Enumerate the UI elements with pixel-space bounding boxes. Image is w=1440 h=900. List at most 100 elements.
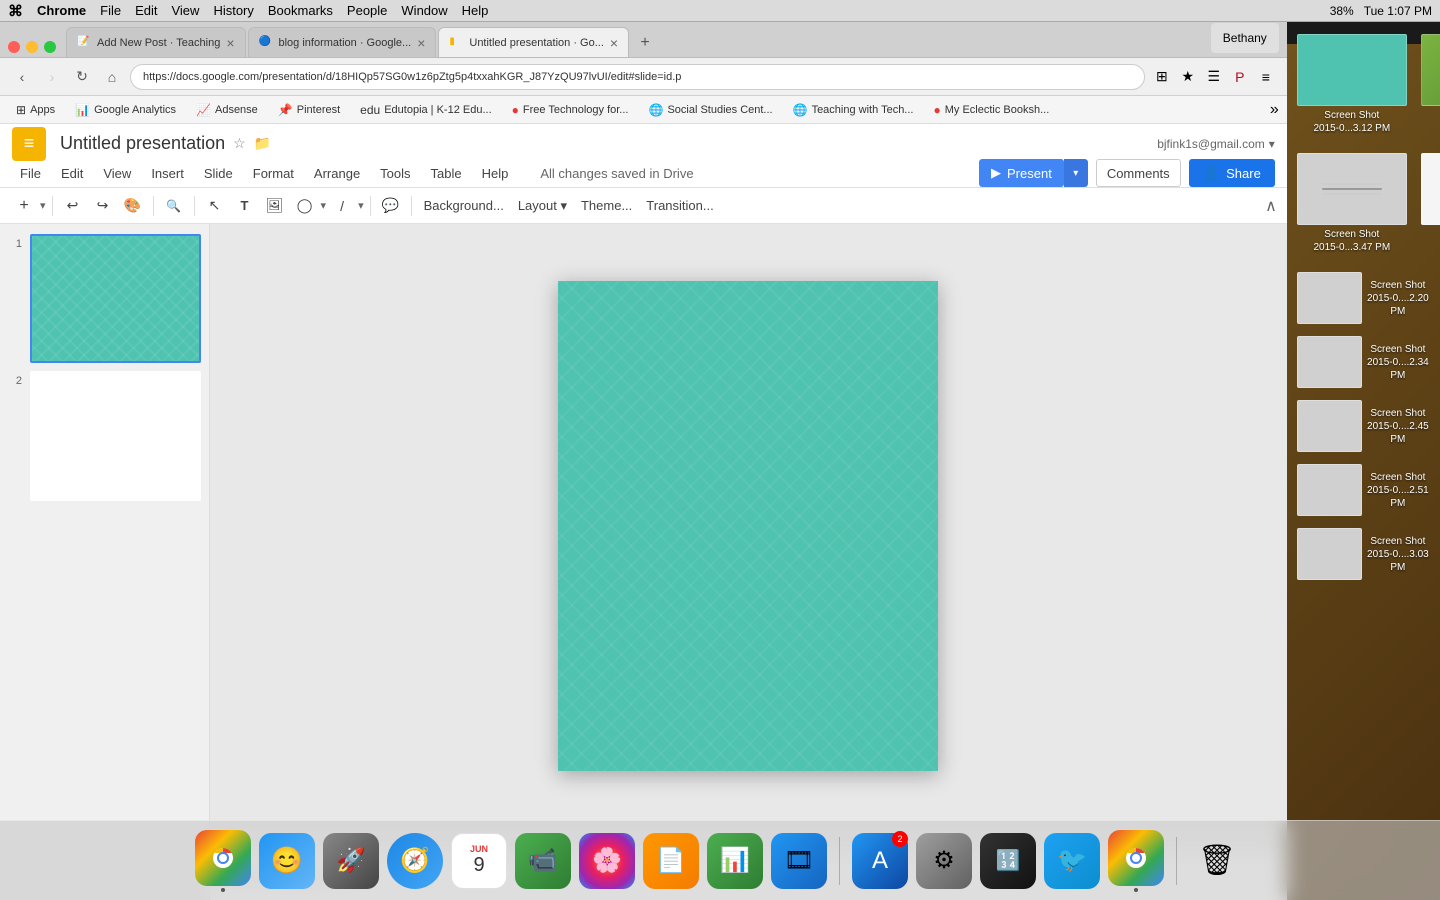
- user-dropdown-icon[interactable]: ▾: [1269, 137, 1275, 151]
- home-button[interactable]: ⌂: [100, 65, 124, 89]
- bookmark-bookshelf[interactable]: ● My Eclectic Booksh...: [925, 99, 1057, 121]
- redo-button[interactable]: ↪: [89, 192, 117, 220]
- dock-pages[interactable]: 📄: [643, 833, 699, 889]
- tab-2-close[interactable]: ×: [417, 35, 425, 51]
- bookmark-edutopia[interactable]: edu Edutopia | K-12 Edu...: [352, 99, 499, 121]
- collapse-toolbar-button[interactable]: ∧: [1265, 196, 1277, 216]
- file-menu[interactable]: File: [100, 3, 121, 18]
- desktop-icon-screenshot6[interactable]: Screen Shot2015-0....2.51 PM: [1293, 460, 1434, 520]
- user-profile[interactable]: Bethany: [1211, 23, 1279, 53]
- star-icon[interactable]: ☆: [233, 135, 246, 152]
- shapes-dropdown[interactable]: ▾: [321, 199, 327, 212]
- present-dropdown[interactable]: ▾: [1064, 159, 1088, 187]
- chrome-menu[interactable]: Chrome: [37, 3, 86, 18]
- back-button[interactable]: ‹: [10, 65, 34, 89]
- dock-trash[interactable]: 🗑: [1189, 833, 1245, 889]
- theme-button[interactable]: Theme...: [575, 192, 638, 220]
- tab-2[interactable]: 🔵 blog information · Google... ×: [248, 27, 437, 57]
- slide-2-thumb[interactable]: 2: [8, 371, 201, 500]
- bookmark-pinterest[interactable]: 📌 Pinterest: [270, 99, 348, 121]
- comment-button[interactable]: 💬: [377, 192, 405, 220]
- folder-icon[interactable]: 📁: [254, 135, 271, 152]
- address-bar[interactable]: https://docs.google.com/presentation/d/1…: [130, 64, 1145, 90]
- slide-1-thumb[interactable]: 1: [8, 234, 201, 363]
- minimize-button[interactable]: [26, 41, 38, 53]
- paint-button[interactable]: 🎨: [119, 192, 147, 220]
- desktop-icon-screenshot3[interactable]: Screen Shot2015-0....2.20 PM: [1293, 268, 1434, 328]
- dock-calendar[interactable]: JUN 9: [451, 833, 507, 889]
- menu-slide[interactable]: Slide: [196, 164, 241, 183]
- dock-chrome[interactable]: [195, 830, 251, 892]
- menu-table[interactable]: Table: [423, 164, 470, 183]
- tab-3[interactable]: ▮ Untitled presentation · Go... ×: [438, 27, 629, 57]
- help-menu[interactable]: Help: [462, 3, 489, 18]
- bookmark-socialstudies[interactable]: 🌐 Social Studies Cent...: [640, 99, 780, 121]
- dock-chrome2[interactable]: [1108, 830, 1164, 892]
- people-menu[interactable]: People: [347, 3, 387, 18]
- presentation-title[interactable]: Untitled presentation: [60, 133, 225, 154]
- bookmark-apps[interactable]: ⊞ Apps: [8, 99, 63, 121]
- tab-3-close[interactable]: ×: [610, 35, 618, 51]
- dock-calculator[interactable]: 🔢: [980, 833, 1036, 889]
- layout-button[interactable]: Layout ▾: [512, 192, 573, 220]
- undo-button[interactable]: ↩: [59, 192, 87, 220]
- desktop-icon-screenshot7[interactable]: Screen Shot2015-0....3.03 PM: [1293, 524, 1434, 584]
- dock-appstore[interactable]: A 2: [852, 833, 908, 889]
- new-tab-button[interactable]: +: [631, 29, 659, 57]
- dock-photos[interactable]: 🌸: [579, 833, 635, 889]
- shapes-button[interactable]: ◯: [291, 192, 319, 220]
- bookmark-icon[interactable]: ★: [1177, 66, 1199, 88]
- background-button[interactable]: Background...: [418, 192, 510, 220]
- pinterest-icon[interactable]: P: [1229, 66, 1251, 88]
- bookmark-teaching[interactable]: 🌐 Teaching with Tech...: [785, 99, 922, 121]
- desktop-icon-screenshot2[interactable]: Screen Shot2015-0...3.47 PM: [1293, 149, 1411, 258]
- present-button[interactable]: ▶ Present: [979, 159, 1064, 187]
- dock-numbers[interactable]: 📊: [707, 833, 763, 889]
- bookmark-adsense[interactable]: 📈 Adsense: [188, 99, 266, 121]
- dock-rocket[interactable]: 🚀: [323, 833, 379, 889]
- menu-edit[interactable]: Edit: [53, 164, 91, 183]
- window-menu[interactable]: Window: [401, 3, 447, 18]
- zoom-button[interactable]: +: [10, 192, 38, 220]
- transition-button[interactable]: Transition...: [640, 192, 719, 220]
- tab-1-close[interactable]: ×: [226, 35, 234, 51]
- menu-insert[interactable]: Insert: [143, 164, 192, 183]
- bookmark-analytics[interactable]: 📊 Google Analytics: [67, 99, 184, 121]
- menu-view[interactable]: View: [95, 164, 139, 183]
- view-menu[interactable]: View: [171, 3, 199, 18]
- image-button[interactable]: 🖼: [261, 192, 289, 220]
- line-button[interactable]: /: [328, 192, 356, 220]
- zoom-percent-button[interactable]: 🔍: [160, 192, 188, 220]
- desktop-icon-screenshot4[interactable]: Screen Shot2015-0....2.34 PM: [1293, 332, 1434, 392]
- apple-menu[interactable]: ⌘: [8, 2, 23, 20]
- slide-canvas[interactable]: [558, 281, 938, 771]
- reload-button[interactable]: ↻: [70, 65, 94, 89]
- bookmarks-menu[interactable]: Bookmarks: [268, 3, 333, 18]
- slide-canvas-wrapper[interactable]: [210, 224, 1287, 828]
- desktop-icon-experience[interactable]: XP ExperiencePoints: [1417, 30, 1440, 139]
- share-button[interactable]: 👤 Share: [1189, 159, 1275, 187]
- desktop-icon-screenshot5[interactable]: Screen Shot2015-0....2.45 PM: [1293, 396, 1434, 456]
- select-button[interactable]: ↖: [201, 192, 229, 220]
- forward-button[interactable]: ›: [40, 65, 64, 89]
- menu-help[interactable]: Help: [474, 164, 517, 183]
- text-button[interactable]: T: [231, 192, 259, 220]
- reader-icon[interactable]: ☰: [1203, 66, 1225, 88]
- bookmarks-more[interactable]: »: [1270, 101, 1279, 119]
- close-button[interactable]: [8, 41, 20, 53]
- bookmark-freetek[interactable]: ● Free Technology for...: [504, 99, 637, 121]
- dock-facetime[interactable]: 📹: [515, 833, 571, 889]
- desktop-icon-screenshot1[interactable]: Screen Shot2015-0...3.12 PM: [1293, 30, 1411, 139]
- maximize-button[interactable]: [44, 41, 56, 53]
- history-menu[interactable]: History: [213, 3, 253, 18]
- tab-1[interactable]: 📝 Add New Post · Teaching ×: [66, 27, 246, 57]
- comments-button[interactable]: Comments: [1096, 159, 1181, 187]
- zoom-dropdown[interactable]: ▾: [40, 199, 46, 212]
- dock-systemprefs[interactable]: ⚙: [916, 833, 972, 889]
- desktop-icon-quizizz[interactable]: Quizizz QuizizzScreenshot: [1417, 149, 1440, 258]
- dock-twitter[interactable]: 🐦: [1044, 833, 1100, 889]
- menu-arrange[interactable]: Arrange: [306, 164, 368, 183]
- edit-menu[interactable]: Edit: [135, 3, 157, 18]
- line-dropdown[interactable]: ▾: [358, 199, 364, 212]
- menu-icon[interactable]: ≡: [1255, 66, 1277, 88]
